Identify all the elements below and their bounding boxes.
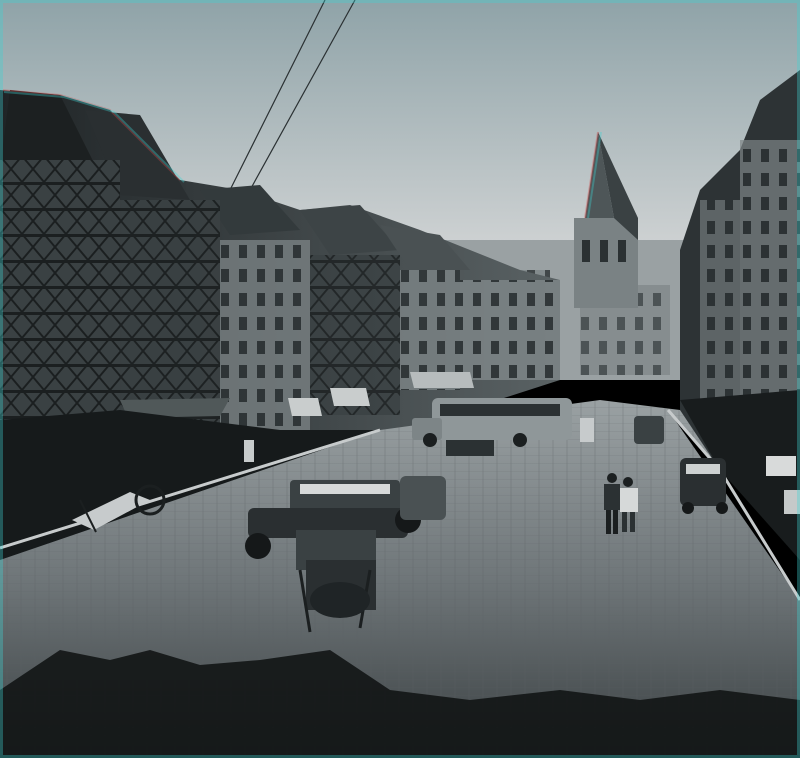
car-right-parked [680, 458, 728, 514]
car-far-right [634, 416, 664, 444]
bus [412, 398, 572, 447]
street-photo [0, 0, 800, 758]
cart-mid [446, 440, 494, 456]
